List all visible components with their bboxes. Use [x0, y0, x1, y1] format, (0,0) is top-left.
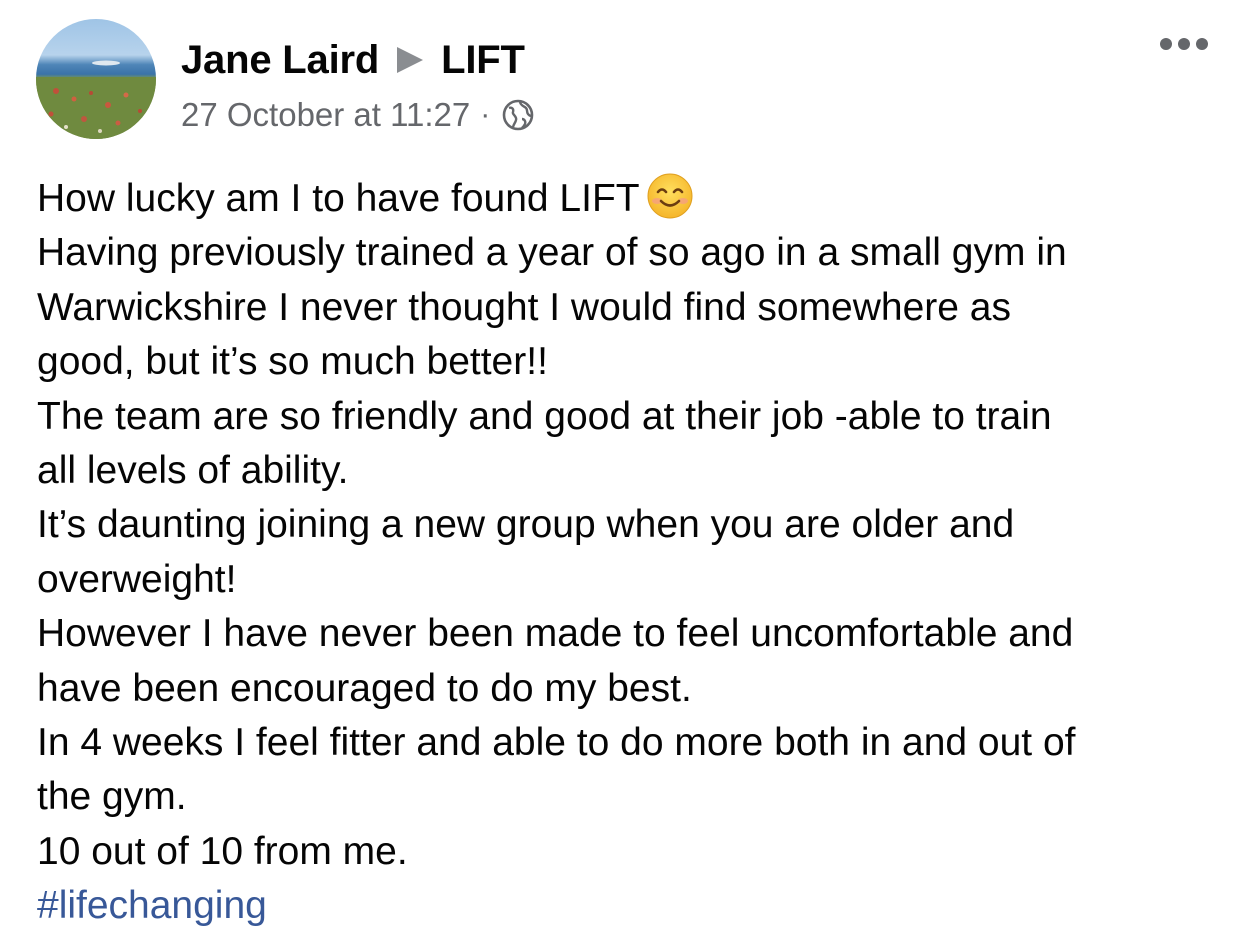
- group-name[interactable]: LIFT: [441, 38, 525, 83]
- meta-separator: ·: [480, 98, 491, 131]
- more-options-icon[interactable]: [1160, 38, 1208, 50]
- post-timestamp[interactable]: 27 October at 11:27: [181, 96, 470, 134]
- post-line: How lucky am I to have found LIFT: [37, 172, 1227, 226]
- post-line: good, but it’s so much better!!: [37, 340, 548, 384]
- post-line: all levels of ability.: [37, 449, 349, 493]
- more-dot: [1178, 38, 1190, 50]
- post-line: Having previously trained a year of so a…: [37, 231, 1067, 275]
- globe-icon[interactable]: [500, 97, 536, 133]
- post-header: Jane Laird LIFT: [181, 36, 525, 84]
- post-line: Warwickshire I never thought I would fin…: [37, 285, 1011, 329]
- post-line: the gym.: [37, 775, 187, 819]
- post-body: How lucky am I to have found LIFT Having…: [37, 172, 1227, 934]
- post-line: 10 out of 10 from me.: [37, 829, 408, 873]
- more-dot: [1160, 38, 1172, 50]
- post-card: Jane Laird LIFT 27 October at 11:27 · Ho…: [0, 0, 1242, 936]
- more-dot: [1196, 38, 1208, 50]
- post-line-text: How lucky am I to have found LIFT: [37, 177, 640, 220]
- post-line: In 4 weeks I feel fitter and able to do …: [37, 721, 1076, 765]
- post-line: The team are so friendly and good at the…: [37, 394, 1052, 438]
- post-line: have been encouraged to do my best.: [37, 666, 692, 710]
- post-meta: 27 October at 11:27 ·: [181, 94, 536, 136]
- post-line: overweight!: [37, 557, 237, 601]
- post-line: It’s daunting joining a new group when y…: [37, 503, 1015, 547]
- post-line: However I have never been made to feel u…: [37, 612, 1074, 656]
- hashtag-link[interactable]: #lifechanging: [37, 879, 1227, 933]
- smiling-face-icon: [647, 173, 693, 219]
- avatar-landscape-image: [36, 60, 156, 139]
- author-name[interactable]: Jane Laird: [181, 38, 379, 83]
- author-avatar[interactable]: [36, 19, 156, 139]
- shared-to-arrow-icon: [397, 47, 424, 73]
